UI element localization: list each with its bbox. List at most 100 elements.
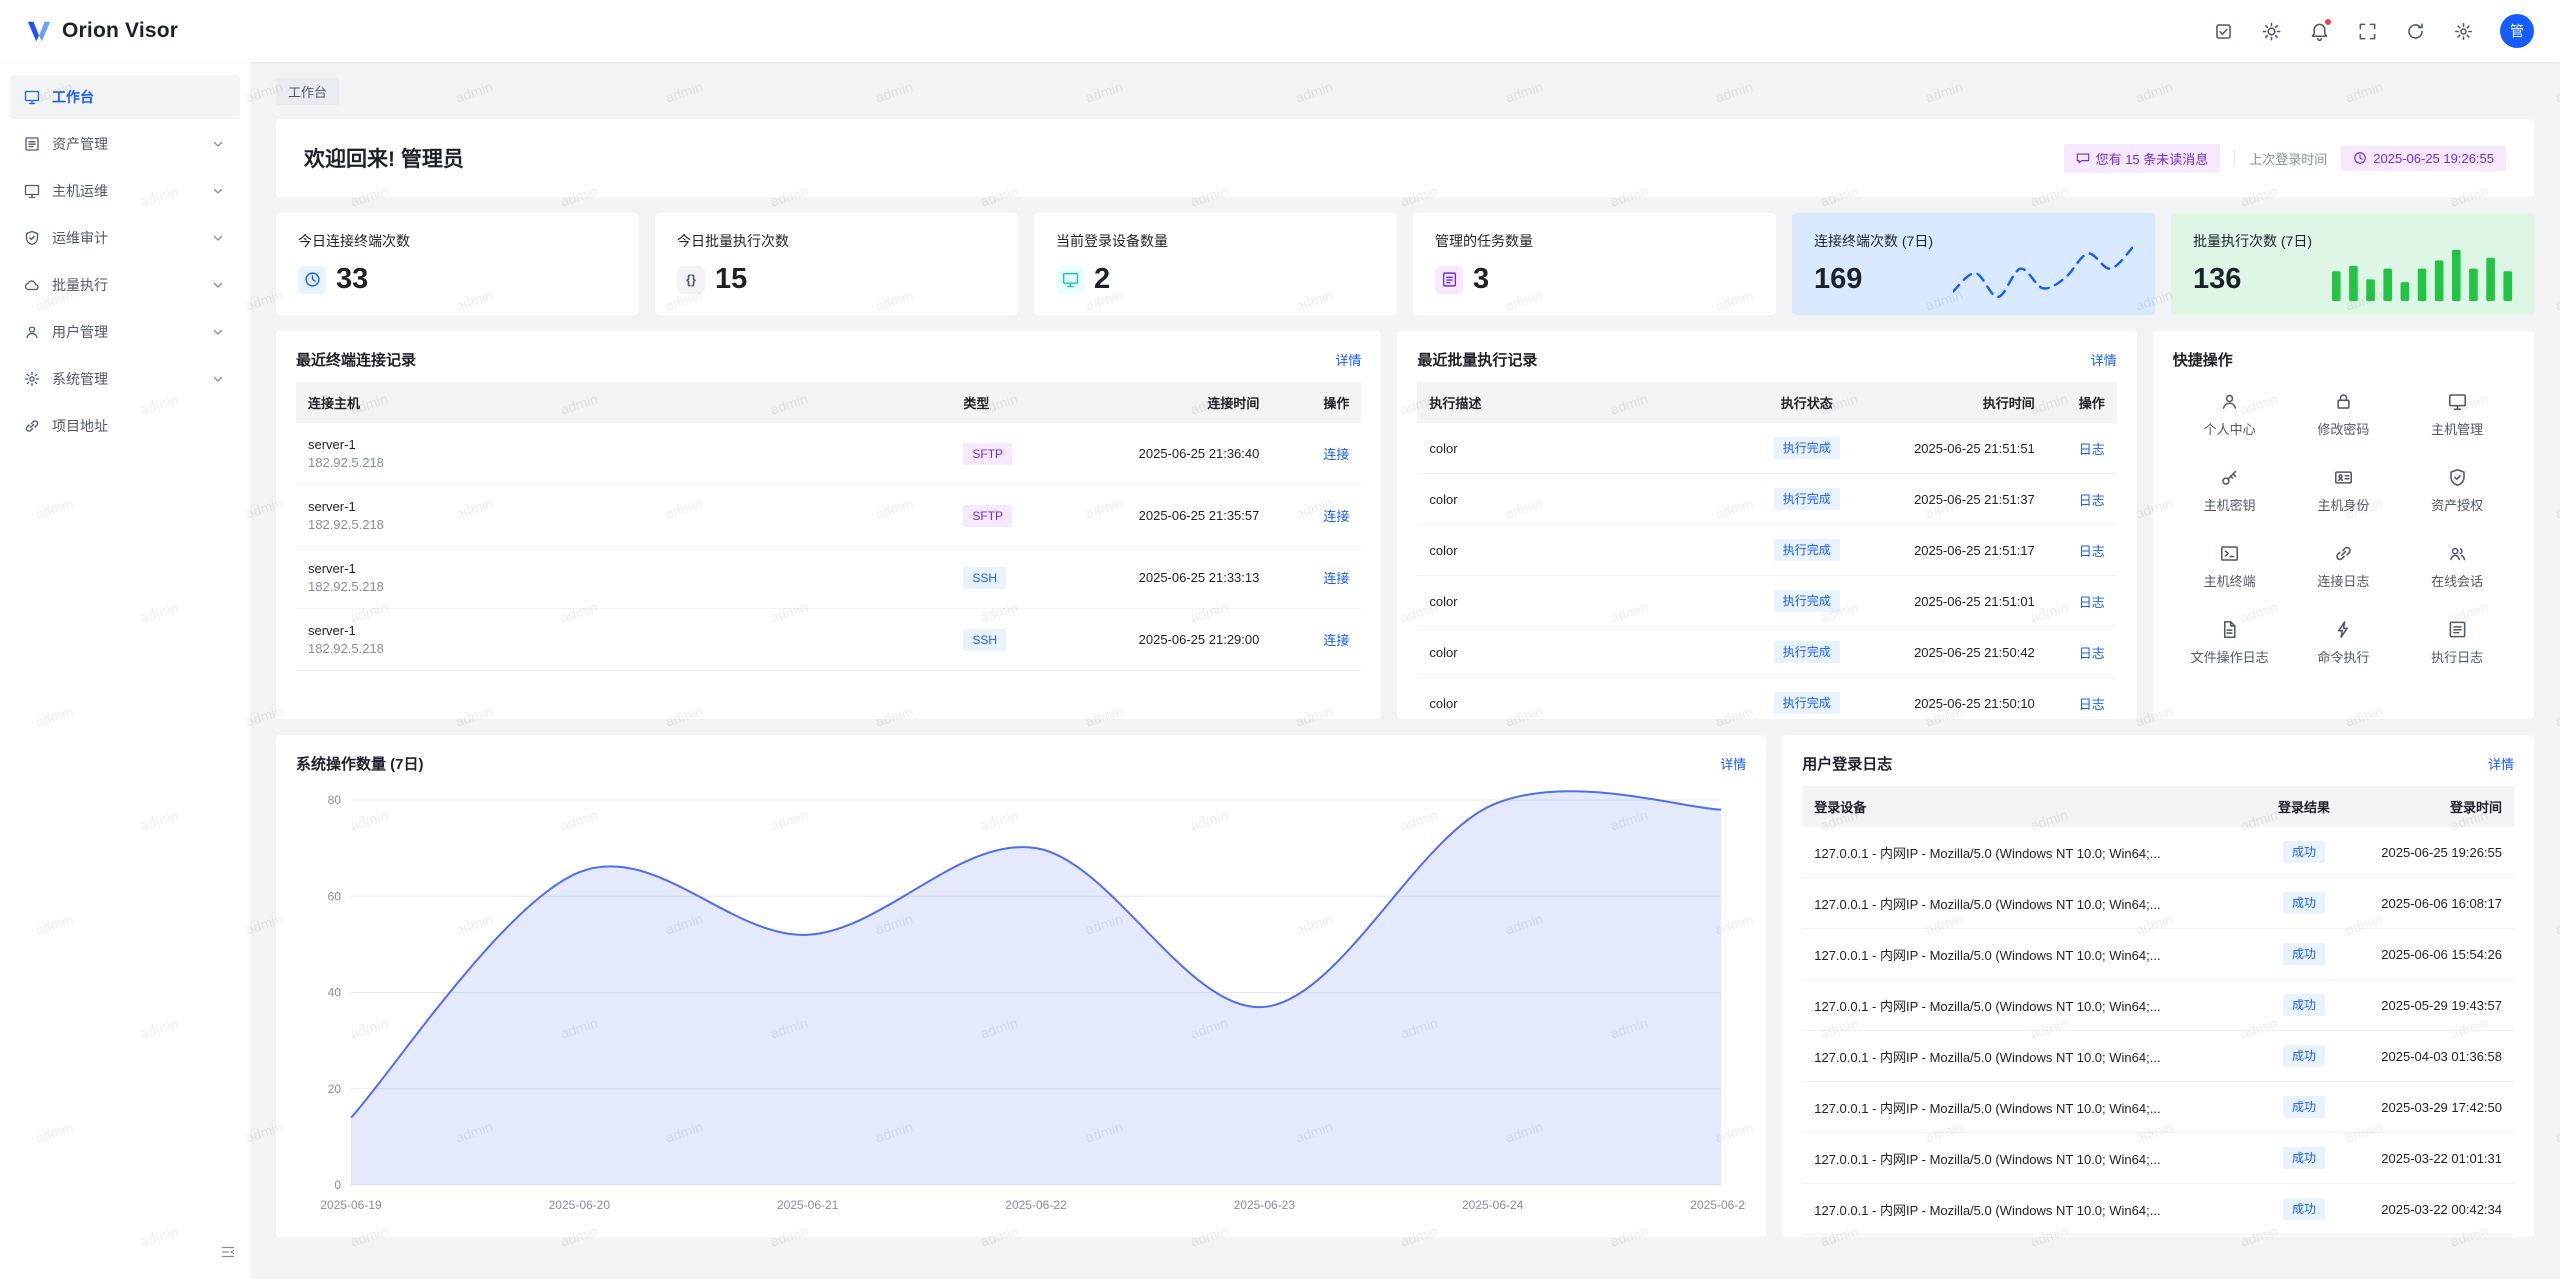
- host-name: server-1: [308, 499, 939, 514]
- notification-bell-icon[interactable]: [2308, 20, 2330, 42]
- quick-op-asset-authorization[interactable]: 资产授权: [2400, 468, 2514, 514]
- host-ip: 182.92.5.218: [308, 579, 939, 594]
- quick-op-label: 资产授权: [2431, 495, 2483, 514]
- top-header: Orion Visor 管: [0, 0, 2560, 62]
- sidebar-item-user-management[interactable]: 用户管理: [10, 310, 240, 354]
- key-icon: [2220, 468, 2239, 487]
- stat-value: 169: [1814, 263, 1862, 296]
- chevron-down-icon: [210, 324, 226, 340]
- sidebar-item-system-management[interactable]: 系统管理: [10, 357, 240, 401]
- table-row: server-1182.92.5.218 SFTP 2025-06-25 21:…: [296, 485, 1361, 547]
- sidebar-item-batch-exec[interactable]: 批量执行: [10, 263, 240, 307]
- login-logs-panel: 用户登录日志 详情 登录设备 登录结果 登录时间 127.0.0.1 - 内网I…: [1782, 735, 2534, 1237]
- login-result-badge: 成功: [2283, 1045, 2325, 1067]
- quick-op-label: 命令执行: [2317, 647, 2369, 666]
- log-link[interactable]: 日志: [2079, 595, 2105, 610]
- quick-op-host-management[interactable]: 主机管理: [2400, 392, 2514, 438]
- login-logs-detail-link[interactable]: 详情: [2488, 754, 2514, 773]
- connect-link[interactable]: 连接: [1323, 447, 1349, 462]
- connect-time: 2025-06-25 21:36:40: [1061, 423, 1271, 485]
- connect-link[interactable]: 连接: [1323, 571, 1349, 586]
- quick-op-host-identity[interactable]: 主机身份: [2287, 468, 2401, 514]
- login-device: 127.0.0.1 - 内网IP - Mozilla/5.0 (Windows …: [1802, 1031, 2259, 1082]
- column-header: 操作: [1271, 382, 1361, 423]
- braces-icon: {}: [677, 266, 705, 294]
- table-row: server-1182.92.5.218 SSH 2025-06-25 21:3…: [296, 547, 1361, 609]
- table-row: 127.0.0.1 - 内网IP - Mozilla/5.0 (Windows …: [1802, 1031, 2514, 1082]
- refresh-icon[interactable]: [2404, 20, 2426, 42]
- log-link[interactable]: 日志: [2079, 646, 2105, 661]
- quick-op-command-exec[interactable]: 命令执行: [2287, 620, 2401, 666]
- protocol-badge: SFTP: [963, 505, 1012, 527]
- quick-op-label: 主机管理: [2431, 419, 2483, 438]
- bolt-icon: [2334, 620, 2353, 639]
- sidebar-item-asset-management[interactable]: 资产管理: [10, 122, 240, 166]
- settings-gear-icon[interactable]: [2452, 20, 2474, 42]
- table-row: color 执行完成 2025-06-25 21:50:42 日志: [1417, 627, 2116, 678]
- batch-detail-link[interactable]: 详情: [2091, 350, 2117, 369]
- quick-op-exec-log[interactable]: 执行日志: [2400, 620, 2514, 666]
- system-gear-icon: [24, 371, 40, 387]
- host-monitor-icon: [24, 183, 40, 199]
- quick-op-file-op-log[interactable]: 文件操作日志: [2173, 620, 2287, 666]
- clock-icon: [298, 266, 326, 294]
- theme-skin-icon[interactable]: [2212, 20, 2234, 42]
- exec-desc: color: [1417, 576, 1751, 627]
- table-row: 127.0.0.1 - 内网IP - Mozilla/5.0 (Windows …: [1802, 1184, 2514, 1235]
- login-result-badge: 成功: [2283, 1198, 2325, 1220]
- quick-op-connect-log[interactable]: 连接日志: [2287, 544, 2401, 590]
- stat-card-exec-7d: 批量执行次数 (7日) 136: [2171, 213, 2534, 315]
- log-link[interactable]: 日志: [2079, 493, 2105, 508]
- sidebar-item-project-url[interactable]: 项目地址: [10, 404, 240, 448]
- table-row: 127.0.0.1 - 内网IP - Mozilla/5.0 (Windows …: [1802, 827, 2514, 878]
- quick-ops-panel: 快捷操作 个人中心 修改密码 主机管理 主机密钥 主机身份 资产授权 主机终端 …: [2153, 331, 2534, 719]
- log-link[interactable]: 日志: [2079, 544, 2105, 559]
- status-badge: 执行完成: [1774, 437, 1840, 459]
- last-login-label: 上次登录时间: [2249, 149, 2327, 168]
- unread-messages-badge[interactable]: 您有 15 条未读消息: [2064, 144, 2221, 173]
- log-link[interactable]: 日志: [2079, 697, 2105, 712]
- batch-records-panel: 最近批量执行记录 详情 执行描述 执行状态 执行时间 操作 color 执行完成: [1397, 331, 2136, 719]
- welcome-banner: 欢迎回来! 管理员 您有 15 条未读消息 上次登录时间 2025-06-25 …: [276, 119, 2534, 197]
- stat-card-batch-today: 今日批量执行次数 {} 15: [655, 213, 1018, 315]
- table-row: color 执行完成 2025-06-25 21:51:51 日志: [1417, 423, 2116, 474]
- svg-text:0: 0: [334, 1178, 341, 1192]
- shield-icon: [2448, 468, 2467, 487]
- column-header: 登录结果: [2259, 786, 2349, 827]
- svg-text:2025-06-21: 2025-06-21: [777, 1198, 839, 1212]
- quick-op-online-sessions[interactable]: 在线会话: [2400, 544, 2514, 590]
- id-card-icon: [2334, 468, 2353, 487]
- sidebar-item-ops-audit[interactable]: 运维审计: [10, 216, 240, 260]
- login-device: 127.0.0.1 - 内网IP - Mozilla/5.0 (Windows …: [1802, 1082, 2259, 1133]
- fullscreen-icon[interactable]: [2356, 20, 2378, 42]
- login-device: 127.0.0.1 - 内网IP - Mozilla/5.0 (Windows …: [1802, 827, 2259, 878]
- breadcrumb[interactable]: 工作台: [276, 78, 339, 105]
- quick-op-change-password[interactable]: 修改密码: [2287, 392, 2401, 438]
- terminal-table: 连接主机 类型 连接时间 操作 server-1182.92.5.218 SFT…: [296, 382, 1361, 671]
- connect-link[interactable]: 连接: [1323, 509, 1349, 524]
- exec-desc: color: [1417, 627, 1751, 678]
- terminal-detail-link[interactable]: 详情: [1335, 350, 1361, 369]
- ops-chart-detail-link[interactable]: 详情: [1720, 754, 1746, 773]
- login-device: 127.0.0.1 - 内网IP - Mozilla/5.0 (Windows …: [1802, 1235, 2259, 1238]
- ops-chart-canvas: 0204060802025-06-192025-06-202025-06-212…: [296, 786, 1746, 1224]
- sidebar-collapse-icon[interactable]: [220, 1244, 236, 1265]
- chevron-down-icon: [210, 230, 226, 246]
- login-time: 2025-06-25 19:26:55: [2349, 827, 2514, 878]
- user-avatar[interactable]: 管: [2500, 14, 2534, 48]
- quick-op-host-key[interactable]: 主机密钥: [2173, 468, 2287, 514]
- login-device: 127.0.0.1 - 内网IP - Mozilla/5.0 (Windows …: [1802, 1133, 2259, 1184]
- host-name: server-1: [308, 623, 939, 638]
- quick-op-host-terminal[interactable]: 主机终端: [2173, 544, 2287, 590]
- sidebar-item-workbench[interactable]: 工作台: [10, 75, 240, 119]
- workbench-icon: [24, 89, 40, 105]
- notification-dot: [2324, 18, 2332, 26]
- connect-link[interactable]: 连接: [1323, 633, 1349, 648]
- login-device: 127.0.0.1 - 内网IP - Mozilla/5.0 (Windows …: [1802, 929, 2259, 980]
- sidebar-item-host-ops[interactable]: 主机运维: [10, 169, 240, 213]
- brightness-icon[interactable]: [2260, 20, 2282, 42]
- table-row: color 执行完成 2025-06-25 21:51:37 日志: [1417, 474, 2116, 525]
- quick-op-personal-center[interactable]: 个人中心: [2173, 392, 2287, 438]
- column-header: 执行时间: [1862, 382, 2047, 423]
- log-link[interactable]: 日志: [2079, 442, 2105, 457]
